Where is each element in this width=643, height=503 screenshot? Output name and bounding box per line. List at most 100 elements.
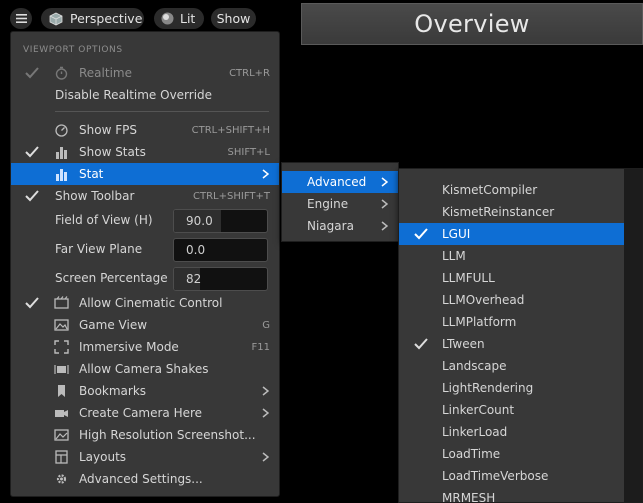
menu-item-create-camera-here[interactable]: Create Camera Here [11, 402, 279, 424]
stat-list-item[interactable]: LLMPlatform [399, 311, 624, 333]
hamburger-icon [15, 14, 27, 23]
show-toolbar-shortcut: CTRL+SHIFT+T [193, 190, 270, 202]
chevron-right-icon [262, 169, 269, 179]
stat-list-item[interactable]: LGUI [399, 223, 624, 245]
stat-list-item-label: KismetReinstancer [442, 205, 555, 219]
check-icon [25, 146, 39, 158]
check-icon [25, 190, 39, 202]
fov-value: 90.0 [186, 214, 213, 228]
menu-item-layouts[interactable]: Layouts [11, 446, 279, 468]
check-icon [25, 297, 39, 309]
screen-pct-label: Screen Percentage [55, 271, 168, 285]
stat-list-item-label: LTween [442, 337, 485, 351]
menu-item-high-resolution-screenshot[interactable]: High Resolution Screenshot... [11, 424, 279, 446]
chevron-right-icon [262, 452, 269, 462]
stat-list-item-label: LightRendering [442, 381, 534, 395]
fov-label: Field of View (H) [55, 213, 153, 227]
camera-shakes-label: Allow Camera Shakes [79, 362, 209, 376]
perspective-button[interactable]: Perspective [41, 8, 144, 29]
fullscreen-icon [54, 340, 69, 354]
menu-item-stat[interactable]: Stat [11, 163, 279, 185]
menu-item-allow-camera-shakes[interactable]: Allow Camera Shakes [11, 358, 279, 380]
create-camera-label: Create Camera Here [79, 406, 203, 420]
menu-item-show-fps[interactable]: Show FPS CTRL+SHIFT+H [11, 119, 279, 141]
menu-item-allow-cinematic-control[interactable]: Allow Cinematic Control [11, 292, 279, 314]
check-icon [414, 228, 428, 240]
show-fps-label: Show FPS [79, 123, 137, 137]
game-view-shortcut: G [262, 319, 270, 331]
layouts-label: Layouts [79, 450, 127, 464]
stat-submenu-item-advanced[interactable]: Advanced [282, 171, 398, 193]
stat-list-item[interactable]: LLM [399, 245, 624, 267]
stat-list-item[interactable]: LightRendering [399, 377, 624, 399]
gauge-icon [55, 124, 68, 137]
immersive-shortcut: F11 [251, 341, 270, 353]
stat-label: Stat [79, 167, 104, 181]
stat-list-item-label: LinkerLoad [442, 425, 508, 439]
show-stats-shortcut: SHIFT+L [227, 146, 270, 158]
gear-icon [56, 474, 67, 484]
menu-item-immersive-mode[interactable]: Immersive Mode F11 [11, 336, 279, 358]
image-icon [54, 319, 69, 331]
stat-list-item-label: LoadTimeVerbose [442, 469, 549, 483]
stat-list-item[interactable]: LLMOverhead [399, 289, 624, 311]
chevron-right-icon [381, 221, 388, 231]
lit-label: Lit [180, 11, 196, 26]
immersive-label: Immersive Mode [79, 340, 179, 354]
bookmarks-label: Bookmarks [79, 384, 147, 398]
stat-list-item-label: LGUI [442, 227, 471, 241]
disable-realtime-label: Disable Realtime Override [55, 88, 213, 102]
game-view-label: Game View [79, 318, 148, 332]
stat-list-item[interactable]: LLMFULL [399, 267, 624, 289]
scrollbar[interactable] [624, 169, 642, 502]
menu-item-game-view[interactable]: Game View G [11, 314, 279, 336]
bar-chart-icon [56, 147, 67, 159]
far-view-input[interactable]: 0.0 [173, 238, 268, 262]
separator [55, 111, 269, 112]
perspective-label: Perspective [70, 11, 143, 26]
stat-list-item[interactable]: LinkerCount [399, 399, 624, 421]
stat-list-item-label: MRMESH [442, 491, 496, 503]
menu-item-advanced-settings[interactable]: Advanced Settings... [11, 468, 279, 490]
fov-input[interactable]: 90.0 [173, 209, 268, 233]
bookmark-icon [58, 385, 65, 397]
chevron-right-icon [381, 199, 388, 209]
menu-item-disable-realtime-override[interactable]: Disable Realtime Override [11, 84, 279, 106]
menu-item-show-stats[interactable]: Show Stats SHIFT+L [11, 141, 279, 163]
stat-list-item-label: LLMOverhead [442, 293, 525, 307]
screen-pct-value: 82 [186, 272, 202, 286]
stat-list-item[interactable]: LinkerLoad [399, 421, 624, 443]
stat-submenu-item-niagara[interactable]: Niagara [282, 215, 398, 237]
stat-list-item[interactable]: KismetReinstancer [399, 201, 624, 223]
menu-item-show-toolbar[interactable]: Show Toolbar CTRL+SHIFT+T [11, 185, 279, 207]
viewport-menu-button[interactable] [10, 8, 32, 29]
stat-list-item-label: LLM [442, 249, 466, 263]
stat-submenu-item-engine[interactable]: Engine [282, 193, 398, 215]
chevron-right-icon [262, 386, 269, 396]
realtime-shortcut: CTRL+R [229, 67, 270, 79]
lit-sphere-icon [161, 12, 174, 25]
far-view-value: 0.0 [186, 243, 206, 257]
screen-pct-input[interactable]: 82 [173, 267, 268, 291]
section-header: VIEWPORT OPTIONS [23, 45, 123, 55]
check-icon [414, 338, 428, 350]
lit-button[interactable]: Lit [154, 8, 204, 29]
stat-list-item[interactable]: LoadTime [399, 443, 624, 465]
menu-item-realtime[interactable]: Realtime CTRL+R [11, 62, 279, 84]
hires-label: High Resolution Screenshot... [79, 428, 256, 442]
stat-submenu-label: Advanced [307, 175, 367, 189]
realtime-label: Realtime [79, 66, 132, 80]
stat-list-item-label: KismetCompiler [442, 183, 538, 197]
stat-list-item[interactable]: LTween [399, 333, 624, 355]
stopwatch-icon [55, 66, 68, 80]
menu-item-bookmarks[interactable]: Bookmarks [11, 380, 279, 402]
stat-list-item-label: LLMFULL [442, 271, 495, 285]
screenshot-icon [54, 429, 69, 441]
show-button[interactable]: Show [211, 8, 256, 29]
bar-chart-icon [56, 169, 67, 181]
stat-list-item[interactable]: Landscape [399, 355, 624, 377]
stat-list-item[interactable]: LoadTimeVerbose [399, 465, 624, 487]
stat-list-item[interactable]: KismetCompiler [399, 179, 624, 201]
stat-list-item[interactable]: MRMESH [399, 487, 624, 503]
overview-title: Overview [301, 3, 643, 45]
